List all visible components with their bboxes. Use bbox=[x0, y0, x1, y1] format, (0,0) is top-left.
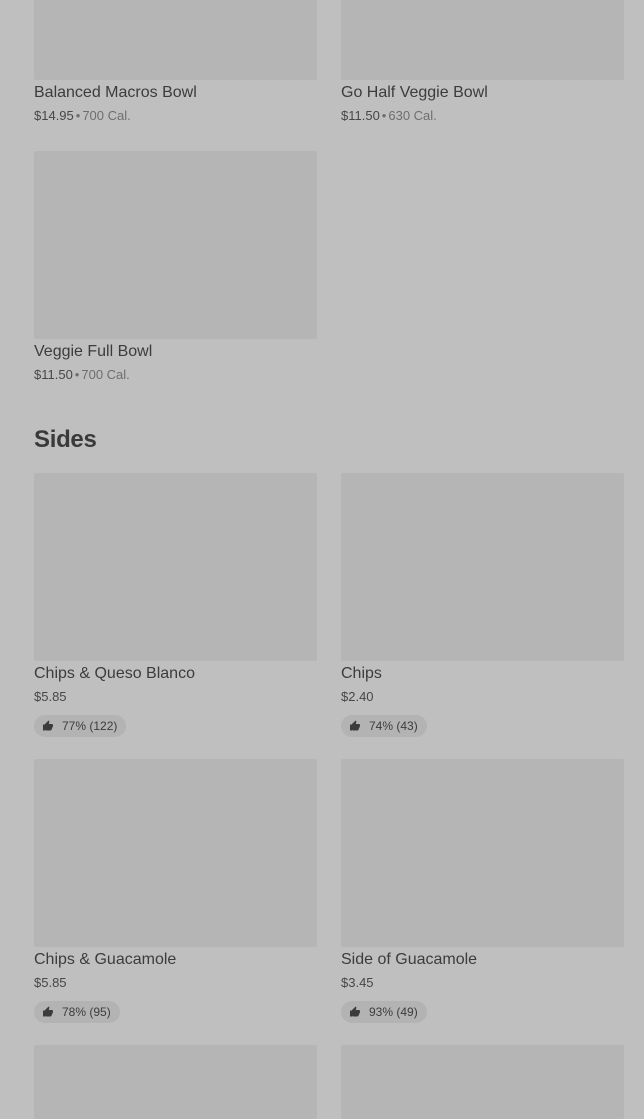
menu-item-price: $5.85 bbox=[34, 975, 67, 990]
menu-item-price: $3.45 bbox=[341, 975, 374, 990]
menu-item-name: Chips & Queso Blanco bbox=[34, 665, 195, 682]
menu-item-image bbox=[34, 473, 317, 661]
menu-item-image bbox=[34, 0, 317, 80]
menu-item-name: Balanced Macros Bowl bbox=[34, 84, 197, 101]
menu-item-price: $2.40 bbox=[341, 689, 374, 704]
menu-item-name: Chips bbox=[341, 665, 382, 682]
section-title-sides: Sides bbox=[34, 426, 97, 453]
rating-text: 78% (95) bbox=[62, 1005, 111, 1019]
menu-item-image bbox=[341, 759, 624, 947]
menu-page: Balanced Macros Bowl $14.95 • 700 Cal. Go … bbox=[0, 0, 644, 1119]
rating-text: 77% (122) bbox=[62, 719, 118, 733]
menu-item-image bbox=[34, 759, 317, 947]
menu-item-card[interactable] bbox=[341, 1045, 624, 1119]
menu-item-meta: $11.50 • 630 Cal. bbox=[341, 109, 624, 123]
thumbs-up-icon bbox=[349, 1006, 361, 1018]
menu-item-calories: 700 Cal. bbox=[81, 367, 130, 382]
menu-item-name: Veggie Full Bowl bbox=[34, 343, 153, 360]
menu-item-meta: $11.50 • 700 Cal. bbox=[34, 368, 317, 382]
menu-item-price: $5.85 bbox=[34, 689, 67, 704]
menu-item-name: Side of Guacamole bbox=[341, 951, 478, 968]
menu-item-calories: 630 Cal. bbox=[388, 108, 437, 123]
menu-item-calories: 700 Cal. bbox=[82, 108, 131, 123]
rating-badge: 78% (95) bbox=[34, 1001, 120, 1023]
menu-item-image bbox=[341, 0, 624, 80]
thumbs-up-icon bbox=[42, 1006, 54, 1018]
rating-badge: 74% (43) bbox=[341, 715, 427, 737]
thumbs-up-icon bbox=[42, 720, 54, 732]
menu-item-card[interactable] bbox=[34, 1045, 317, 1119]
rating-badge: 77% (122) bbox=[34, 715, 127, 737]
menu-item-price: $11.50 bbox=[341, 108, 380, 123]
menu-item-card[interactable]: Chips $2.40 74% (43) bbox=[341, 473, 624, 737]
menu-item-card[interactable]: Go Half Veggie Bowl $11.50 • 630 Cal. bbox=[341, 0, 624, 123]
rating-text: 74% (43) bbox=[369, 719, 418, 733]
rating-badge: 93% (49) bbox=[341, 1001, 427, 1023]
menu-item-card[interactable]: Side of Guacamole $3.45 93% (49) bbox=[341, 759, 624, 1023]
thumbs-up-icon bbox=[349, 720, 361, 732]
rating-text: 93% (49) bbox=[369, 1005, 418, 1019]
menu-item-image bbox=[34, 151, 317, 339]
menu-item-card[interactable]: Balanced Macros Bowl $14.95 • 700 Cal. bbox=[34, 0, 317, 123]
menu-item-image bbox=[34, 1045, 317, 1119]
menu-item-image bbox=[341, 473, 624, 661]
menu-item-card[interactable]: Veggie Full Bowl $11.50 • 700 Cal. bbox=[34, 151, 317, 382]
menu-item-card[interactable]: Chips & Queso Blanco $5.85 77% (122) bbox=[34, 473, 317, 737]
menu-item-price: $14.95 bbox=[34, 108, 74, 123]
menu-item-card[interactable]: Chips & Guacamole $5.85 78% (95) bbox=[34, 759, 317, 1023]
menu-item-name: Chips & Guacamole bbox=[34, 951, 177, 968]
menu-item-name: Go Half Veggie Bowl bbox=[341, 84, 488, 101]
menu-item-meta: $14.95 • 700 Cal. bbox=[34, 109, 317, 123]
menu-item-price: $11.50 bbox=[34, 367, 73, 382]
menu-item-image bbox=[341, 1045, 624, 1119]
